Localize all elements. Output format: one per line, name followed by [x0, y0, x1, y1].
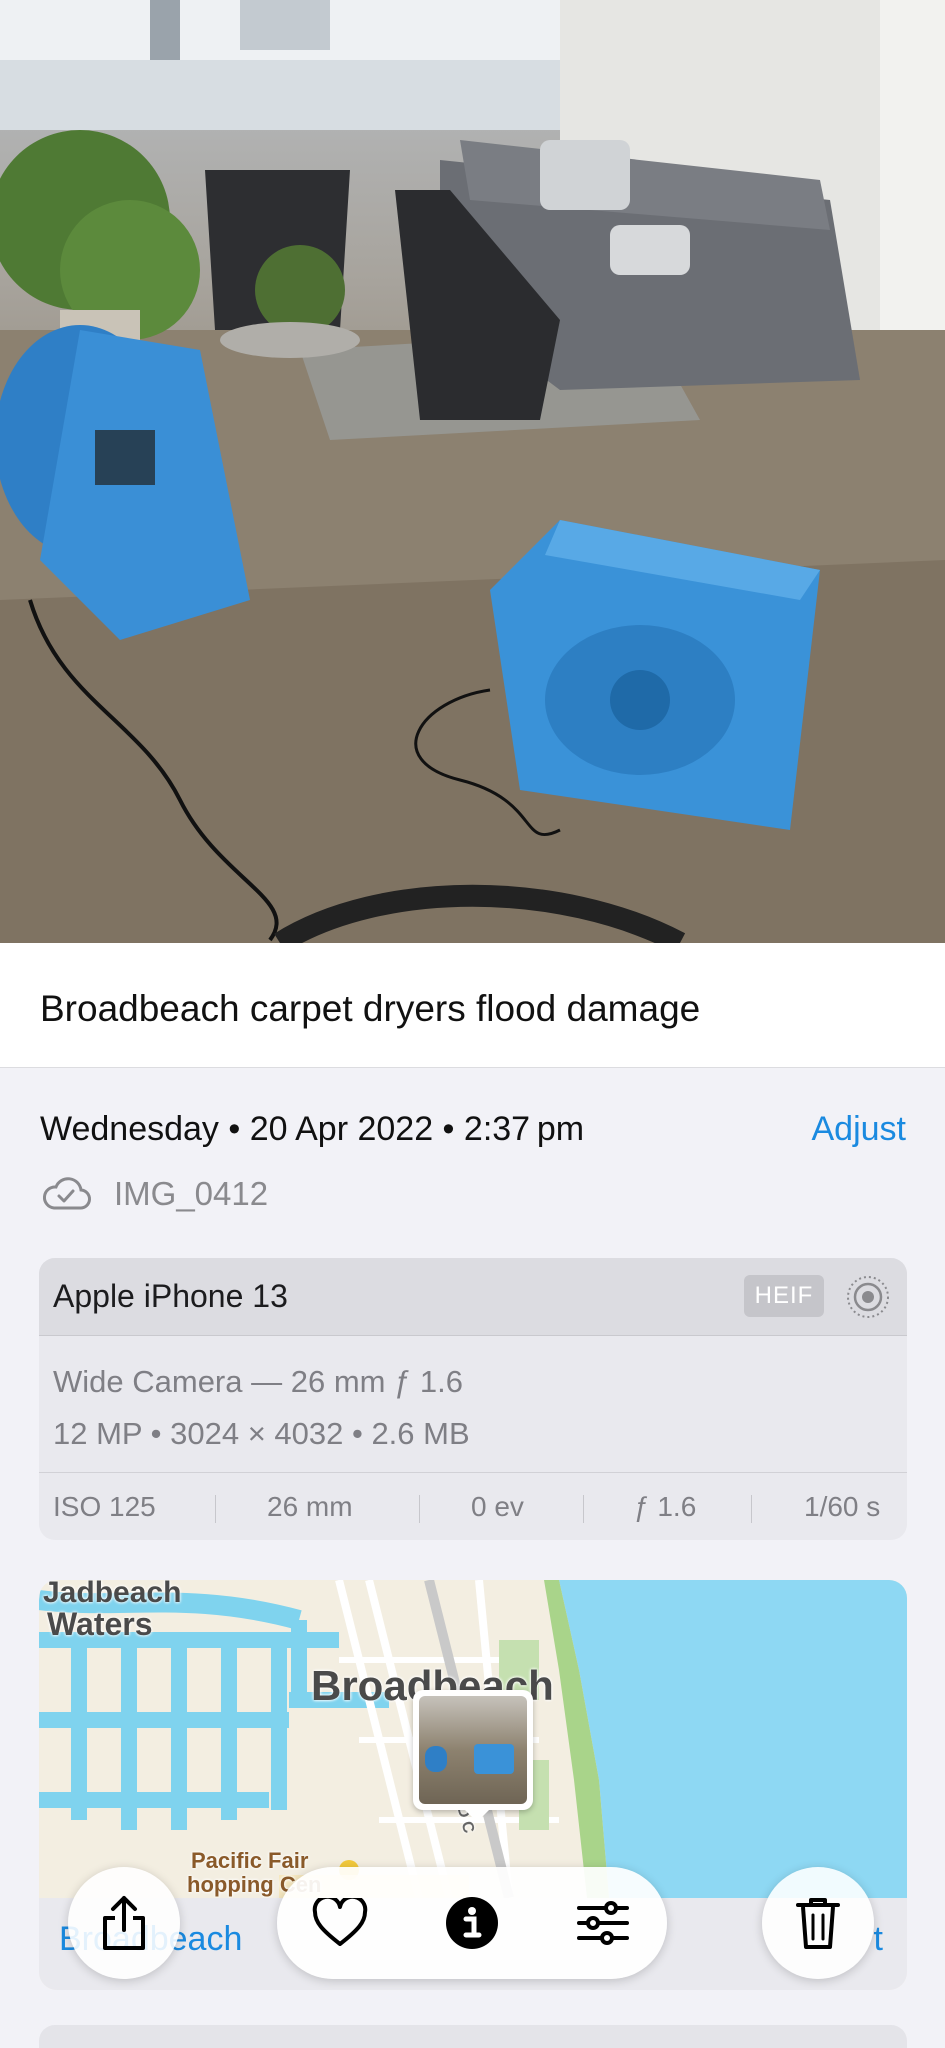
caption-text: Broadbeach carpet dryers flood damage: [40, 988, 701, 1029]
cloud-check-icon: [42, 1177, 91, 1210]
photo-image: [0, 0, 945, 943]
exposure-value: 0 ev: [471, 1491, 524, 1522]
divider: [215, 1495, 216, 1523]
date-row: Wednesday • 20 Apr 2022 • 2:37 pm Adjust: [40, 1110, 906, 1154]
exif-card: Apple iPhone 13 HEIF Wide Camera — 26 mm…: [39, 1258, 907, 1540]
divider: [419, 1495, 420, 1523]
photo-thumbnail: [419, 1696, 527, 1804]
share-icon: [103, 1896, 145, 1950]
caption-field[interactable]: Broadbeach carpet dryers flood damage: [0, 943, 945, 1068]
divider: [583, 1495, 584, 1523]
heart-icon: [312, 1898, 368, 1946]
photo-toolbar: [277, 1867, 667, 1979]
info-icon: [446, 1897, 498, 1949]
focal-length: 26 mm: [267, 1491, 353, 1522]
file-name: IMG_0412: [114, 1175, 269, 1212]
delete-button[interactable]: [762, 1867, 874, 1979]
map-label-mall: Pacific Fair: [191, 1848, 309, 1873]
iso-value: ISO 125: [53, 1491, 156, 1522]
sliders-icon: [577, 1901, 629, 1945]
device-name: Apple iPhone 13: [53, 1278, 288, 1314]
edit-button[interactable]: [567, 1887, 639, 1959]
capture-date: Wednesday • 20 Apr 2022 • 2:37 pm: [40, 1110, 585, 1148]
live-photo-icon: [847, 1276, 889, 1318]
image-specs: 12 MP • 3024 × 4032 • 2.6 MB: [53, 1416, 470, 1451]
pin-tail: [463, 1808, 491, 1822]
exif-settings: ISO 125 26 mm 0 ev ƒ 1.6 1/60 s: [39, 1472, 907, 1540]
aperture-value: ƒ 1.6: [634, 1491, 697, 1522]
trash-icon: [796, 1898, 840, 1949]
favorite-button[interactable]: [304, 1887, 376, 1959]
next-card-edge: [39, 2025, 907, 2048]
divider: [751, 1495, 752, 1523]
info-button[interactable]: [436, 1887, 508, 1959]
format-badge: HEIF: [744, 1275, 824, 1317]
edit-location-link[interactable]: t: [874, 1920, 883, 1959]
file-row: IMG_0412: [40, 1172, 268, 1216]
share-button[interactable]: [68, 1867, 180, 1979]
adjust-button[interactable]: Adjust: [812, 1110, 907, 1149]
exif-details: Wide Camera — 26 mm ƒ 1.6 12 MP • 3024 ×…: [53, 1356, 470, 1460]
lens-info: Wide Camera — 26 mm ƒ 1.6: [53, 1364, 464, 1399]
photo-view[interactable]: [0, 0, 945, 943]
shutter-speed: 1/60 s: [804, 1491, 881, 1522]
map-label-waters: Waters: [47, 1606, 153, 1642]
exif-header: Apple iPhone 13 HEIF: [39, 1258, 907, 1336]
photo-location-pin[interactable]: [413, 1690, 533, 1810]
